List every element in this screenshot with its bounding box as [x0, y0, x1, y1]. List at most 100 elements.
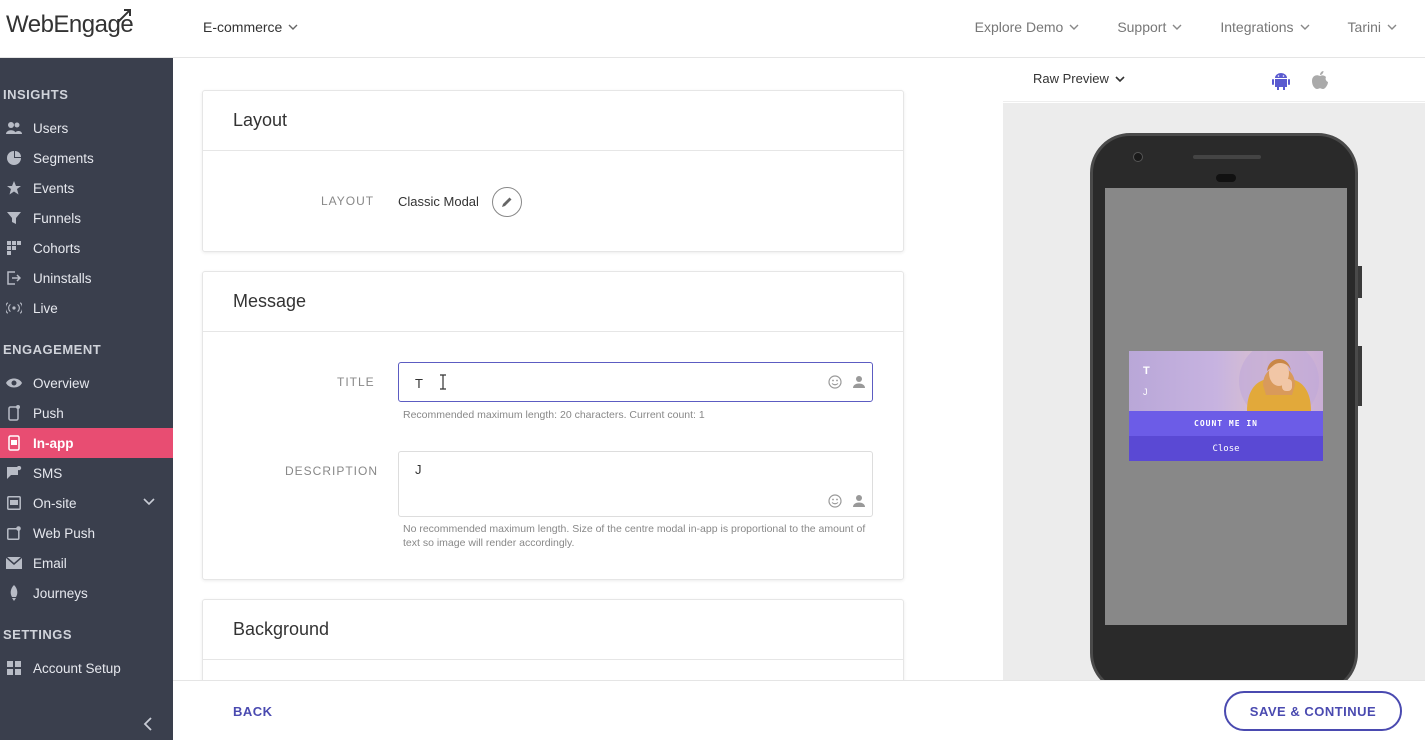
sidebar-item-label: SMS: [33, 465, 63, 481]
top-bar: WebEngage E-commerce Explore Demo Suppor…: [0, 0, 1425, 58]
section-title-settings: SETTINGS: [3, 627, 73, 642]
sidebar-item-funnels[interactable]: Funnels: [0, 203, 173, 233]
phone-icon: [6, 405, 22, 421]
layout-card-title: Layout: [203, 91, 903, 151]
modal-banner-image: T J: [1129, 351, 1323, 411]
sidebar-item-push[interactable]: Push: [0, 398, 173, 428]
text-cursor-icon: [440, 374, 446, 390]
collapse-sidebar-icon[interactable]: [140, 716, 156, 732]
chevron-down-icon[interactable]: [143, 497, 155, 507]
sidebar-item-cohorts[interactable]: Cohorts: [0, 233, 173, 263]
project-selector[interactable]: E-commerce: [203, 19, 298, 35]
modal-cta-button[interactable]: COUNT ME IN: [1129, 411, 1323, 436]
sidebar-item-sms[interactable]: SMS: [0, 458, 173, 488]
sidebar-item-journeys[interactable]: Journeys: [0, 578, 173, 608]
edit-layout-button[interactable]: [492, 187, 522, 217]
inapp-modal-preview: T J COUNT ME IN Close: [1129, 351, 1323, 461]
sidebar-item-segments[interactable]: Segments: [0, 143, 173, 173]
personalize-user-icon[interactable]: [852, 494, 866, 508]
description-hint: No recommended maximum length. Size of t…: [403, 523, 866, 549]
emoji-icon[interactable]: [828, 494, 842, 508]
sidebar-item-label: Account Setup: [33, 660, 121, 676]
section-title-engagement: ENGAGEMENT: [3, 342, 102, 357]
emoji-icon[interactable]: [828, 375, 842, 389]
sidebar-item-web-push[interactable]: Web Push: [0, 518, 173, 548]
eye-icon: [6, 375, 22, 391]
webpush-icon: [6, 525, 22, 541]
message-card-title: Message: [203, 272, 903, 332]
sidebar-item-label: Funnels: [33, 210, 82, 226]
phone-side-button: [1358, 266, 1362, 298]
pencil-icon: [502, 197, 512, 207]
user-name: Tarini: [1347, 19, 1381, 35]
title-input-value: T: [415, 376, 423, 391]
layout-label: LAYOUT: [321, 194, 375, 208]
onsite-icon: [6, 495, 22, 511]
model-illustration: [1239, 351, 1319, 411]
layout-card: Layout LAYOUT Classic Modal: [202, 90, 904, 252]
phone-side-button: [1358, 346, 1362, 406]
sidebar-item-label: Email: [33, 555, 67, 571]
support-menu[interactable]: Support: [1117, 19, 1182, 35]
sidebar-item-on-site[interactable]: On-site: [0, 488, 173, 518]
android-icon[interactable]: [1271, 71, 1291, 91]
sidebar-item-in-app[interactable]: In-app: [0, 428, 173, 458]
description-input[interactable]: J: [398, 451, 873, 517]
personalize-user-icon[interactable]: [852, 375, 866, 389]
sidebar-item-label: Users: [33, 120, 69, 136]
sidebar-item-uninstalls[interactable]: Uninstalls: [0, 263, 173, 293]
main-content: Layout LAYOUT Classic Modal Message TITL…: [173, 58, 1003, 680]
apple-icon[interactable]: [1311, 70, 1329, 90]
phone-screen: T J COUNT ME IN Close: [1105, 188, 1347, 625]
grid-icon: [6, 240, 22, 256]
chevron-down-icon: [1387, 24, 1397, 30]
project-label: E-commerce: [203, 19, 283, 35]
sidebar-item-label: Push: [33, 405, 64, 421]
message-card: Message TITLE T Recommended maximum leng…: [202, 271, 904, 580]
modal-description: J: [1143, 387, 1148, 397]
title-input[interactable]: T: [398, 362, 873, 402]
description-input-value: J: [415, 462, 422, 477]
mail-icon: [6, 555, 22, 571]
speaker-grill: [1193, 155, 1261, 159]
sidebar-item-live[interactable]: Live: [0, 293, 173, 323]
funnel-icon: [6, 210, 22, 226]
sidebar-item-label: On-site: [33, 495, 77, 511]
preview-mode-label: Raw Preview: [1033, 71, 1109, 86]
save-continue-button[interactable]: SAVE & CONTINUE: [1224, 691, 1402, 731]
broadcast-icon: [6, 300, 22, 316]
sidebar-item-label: Journeys: [33, 585, 88, 601]
rocket-icon: [6, 585, 22, 601]
layout-value: Classic Modal: [398, 194, 479, 209]
sidebar-item-label: Events: [33, 180, 75, 196]
phone-mockup: T J COUNT ME IN Close: [1090, 133, 1362, 680]
sidebar-item-events[interactable]: Events: [0, 173, 173, 203]
chevron-down-icon: [1115, 75, 1125, 82]
sidebar-item-label: Web Push: [33, 525, 96, 541]
modal-close-button[interactable]: Close: [1129, 436, 1323, 461]
background-card: Background: [202, 599, 904, 680]
preview-toolbar: Raw Preview: [1003, 58, 1425, 102]
footer-bar: BACK SAVE & CONTINUE: [173, 680, 1425, 740]
back-button[interactable]: BACK: [233, 704, 273, 719]
sms-icon: [6, 465, 22, 481]
explore-demo-label: Explore Demo: [974, 19, 1064, 35]
preview-mode-selector[interactable]: Raw Preview: [1033, 71, 1125, 86]
chevron-down-icon: [1172, 24, 1182, 30]
logo-mark-icon: [117, 9, 131, 23]
modal-title: T: [1143, 365, 1150, 377]
user-menu[interactable]: Tarini: [1348, 19, 1397, 35]
webengage-logo[interactable]: WebEngage: [6, 9, 134, 39]
sidebar-item-label: In-app: [33, 435, 74, 451]
sidebar-item-account-setup[interactable]: Account Setup: [0, 653, 173, 683]
title-label: TITLE: [337, 375, 375, 389]
explore-demo-menu[interactable]: Explore Demo: [975, 19, 1080, 35]
star-icon: [6, 180, 22, 196]
sidebar-item-label: Uninstalls: [33, 270, 92, 286]
sidebar-item-users[interactable]: Users: [0, 113, 173, 143]
sidebar-item-overview[interactable]: Overview: [0, 368, 173, 398]
support-label: Support: [1117, 19, 1167, 35]
integrations-menu[interactable]: Integrations: [1220, 19, 1310, 35]
inapp-icon: [6, 435, 22, 451]
sidebar-item-email[interactable]: Email: [0, 548, 173, 578]
